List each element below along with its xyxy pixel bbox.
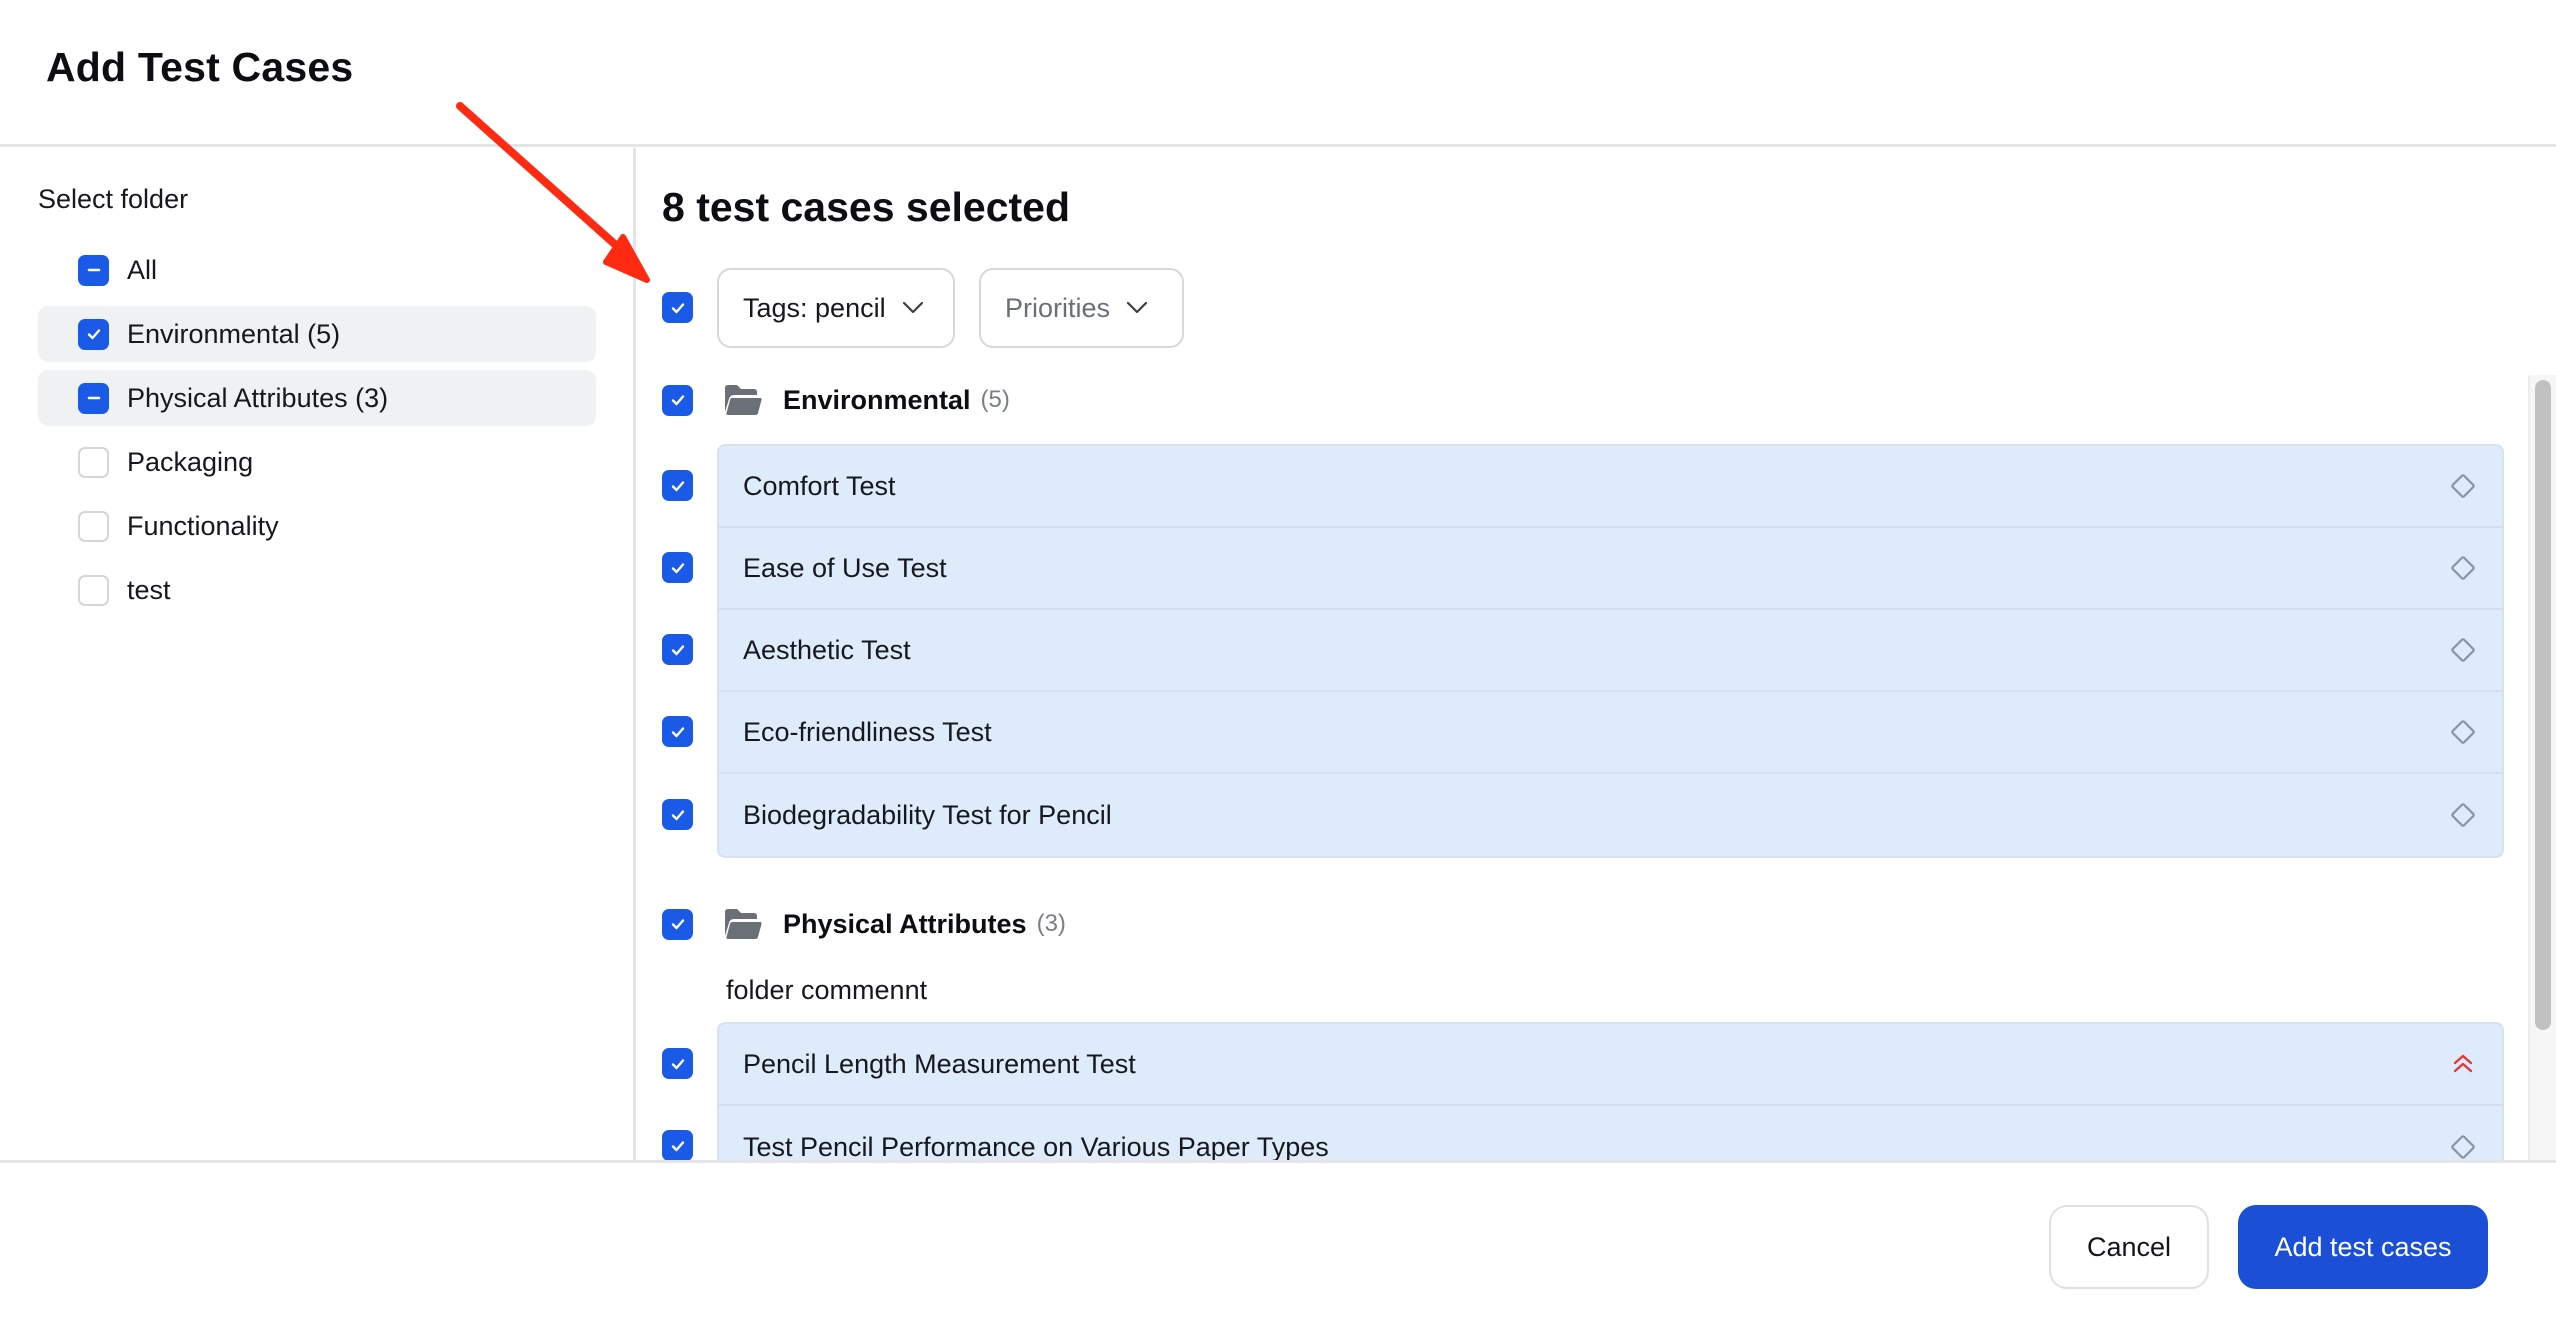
sidebar-item-label: Environmental (5) — [127, 318, 341, 349]
sidebar-item-test[interactable]: test — [38, 562, 596, 618]
sidebar-item-all[interactable]: All — [38, 242, 596, 298]
case-title: Eco-friendliness Test — [743, 716, 992, 747]
scrollbar-track[interactable] — [2528, 375, 2556, 1160]
dialog-footer: Cancel Add test cases — [0, 1160, 2556, 1320]
case-row[interactable]: Pencil Length Measurement Test — [719, 1024, 2502, 1106]
priority-none-icon — [2451, 556, 2475, 580]
case-checkbox[interactable] — [662, 552, 693, 583]
test-case-panel: 8 test cases selected Tags: pencil Prior… — [639, 148, 2556, 1160]
case-checkbox[interactable] — [662, 634, 693, 665]
sidebar-item-physical-attributes[interactable]: Physical Attributes (3) — [38, 370, 596, 426]
folder-open-icon — [725, 909, 762, 939]
case-checkbox[interactable] — [662, 1130, 693, 1160]
priority-none-icon — [2451, 1135, 2475, 1159]
case-title: Aesthetic Test — [743, 634, 911, 665]
scrollbar-thumb[interactable] — [2535, 380, 2551, 1030]
cancel-button[interactable]: Cancel — [2049, 1205, 2209, 1289]
case-title: Comfort Test — [743, 470, 896, 501]
add-test-cases-button[interactable]: Add test cases — [2238, 1205, 2488, 1289]
case-checkbox[interactable] — [662, 470, 693, 501]
folder-group-header-environmental: Environmental (5) — [662, 384, 1010, 416]
checkbox-indeterminate-icon[interactable] — [78, 254, 109, 286]
folder-comment: folder commennt — [726, 975, 928, 1005]
checkbox-unchecked-icon[interactable] — [78, 446, 109, 478]
folder-group-header-physical-attributes: Physical Attributes (3) — [662, 908, 1066, 940]
sidebar-item-label: Functionality — [127, 510, 279, 541]
group-name: Environmental — [783, 384, 971, 415]
sidebar-item-label: Physical Attributes (3) — [127, 382, 389, 413]
checkbox-unchecked-icon[interactable] — [78, 510, 109, 542]
checkbox-checked-icon[interactable] — [78, 318, 109, 350]
select-all-checkbox[interactable] — [662, 292, 693, 323]
chevron-down-icon — [1126, 301, 1148, 314]
priorities-filter-dropdown[interactable]: Priorities — [979, 268, 1184, 348]
case-row[interactable]: Aesthetic Test — [719, 610, 2502, 692]
sidebar-item-environmental[interactable]: Environmental (5) — [38, 306, 596, 362]
sidebar-item-packaging[interactable]: Packaging — [38, 434, 596, 490]
group-checkbox[interactable] — [662, 908, 693, 940]
group-count: (5) — [980, 386, 1010, 413]
group-count: (3) — [1036, 910, 1066, 937]
priority-none-icon — [2451, 720, 2475, 744]
folder-sidebar: Select folder All Environmental (5) Phys… — [0, 148, 636, 1160]
case-checkbox[interactable] — [662, 799, 693, 830]
tags-filter-label: Tags: pencil — [743, 292, 886, 323]
folder-open-icon — [725, 385, 762, 415]
sidebar-item-functionality[interactable]: Functionality — [38, 498, 596, 554]
case-row[interactable]: Biodegradability Test for Pencil — [719, 774, 2502, 856]
selected-count-heading: 8 test cases selected — [662, 184, 1070, 230]
chevron-down-icon — [902, 301, 923, 314]
priority-none-icon — [2451, 474, 2475, 498]
group-name: Physical Attributes — [783, 908, 1027, 939]
checkbox-indeterminate-icon[interactable] — [78, 382, 109, 414]
case-row[interactable]: Ease of Use Test — [719, 528, 2502, 610]
case-title: Test Pencil Performance on Various Paper… — [743, 1131, 1329, 1161]
case-row[interactable]: Test Pencil Performance on Various Paper… — [719, 1106, 2502, 1160]
priority-none-icon — [2451, 803, 2475, 827]
priority-high-icon — [2453, 1054, 2473, 1073]
case-checkbox[interactable] — [662, 1048, 693, 1079]
sidebar-item-label: Packaging — [127, 446, 254, 477]
case-row[interactable]: Comfort Test — [719, 446, 2502, 528]
group-checkbox[interactable] — [662, 384, 693, 416]
case-row[interactable]: Eco-friendliness Test — [719, 692, 2502, 774]
dialog-title: Add Test Cases — [46, 44, 354, 90]
case-checkbox[interactable] — [662, 716, 693, 747]
case-title: Pencil Length Measurement Test — [743, 1048, 1136, 1079]
priorities-filter-label: Priorities — [1005, 292, 1111, 323]
priority-none-icon — [2451, 638, 2475, 662]
case-title: Ease of Use Test — [743, 552, 947, 583]
dialog-header: Add Test Cases — [0, 0, 2556, 147]
case-title: Biodegradability Test for Pencil — [743, 799, 1112, 830]
select-folder-label: Select folder — [38, 184, 189, 214]
case-list-environmental: Comfort Test Ease of Use Test Aesthetic … — [717, 444, 2504, 858]
checkbox-unchecked-icon[interactable] — [78, 574, 109, 606]
case-list-physical-attributes: Pencil Length Measurement Test Test Penc… — [717, 1022, 2504, 1160]
sidebar-item-label: All — [127, 254, 158, 285]
sidebar-item-label: test — [127, 574, 171, 605]
tags-filter-dropdown[interactable]: Tags: pencil — [717, 268, 955, 348]
